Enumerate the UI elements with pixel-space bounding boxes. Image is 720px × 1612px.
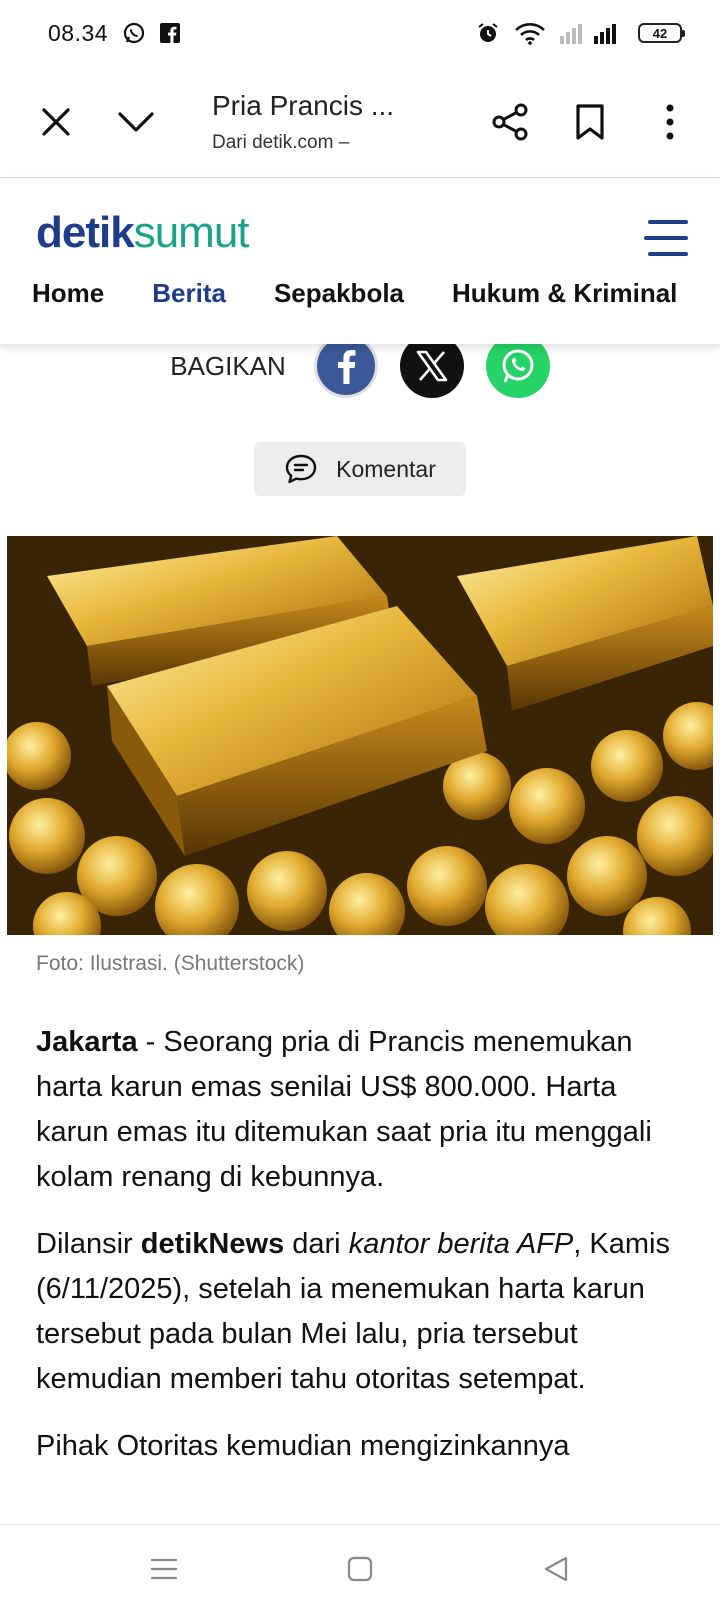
whatsapp-icon (122, 21, 146, 45)
close-tab-button[interactable] (16, 82, 96, 162)
more-options-button[interactable] (630, 82, 710, 162)
menu-line (648, 220, 688, 224)
share-icon (492, 103, 528, 140)
category-nav: Home Berita Sepakbola Hukum & Kriminal (32, 278, 677, 309)
article-paragraph: Pihak Otoritas kemudian mengizinkannya (36, 1424, 686, 1469)
comment-icon (285, 454, 317, 484)
tab-url: Dari detik.com – (212, 131, 350, 153)
nav-item-sepakbola[interactable]: Sepakbola (274, 278, 404, 309)
logo-brand: detik (36, 208, 135, 257)
home-button[interactable] (330, 1539, 390, 1599)
system-navigation-bar (0, 1524, 720, 1612)
facebook-icon (337, 350, 356, 384)
minimize-tab-button[interactable] (96, 82, 176, 162)
bookmark-button[interactable] (550, 82, 630, 162)
wifi-icon (514, 21, 546, 45)
agency-name: kantor berita AFP (348, 1228, 574, 1260)
nav-item-berita[interactable]: Berita (152, 278, 226, 309)
article-paragraph: Dilansir detikNews dari kantor berita AF… (36, 1222, 686, 1402)
back-button[interactable] (526, 1539, 586, 1599)
x-logo-icon (416, 350, 448, 382)
comment-button[interactable]: Komentar (254, 442, 466, 496)
tab-title: Pria Prancis ... (212, 89, 395, 121)
share-page-button[interactable] (470, 82, 550, 162)
more-vert-icon (666, 104, 674, 139)
status-bar: 08.34 42 (0, 0, 720, 66)
signal-icon (560, 22, 624, 44)
recent-apps-button[interactable] (134, 1539, 194, 1599)
source-link[interactable]: detikNews (141, 1228, 284, 1260)
dateline: Jakarta (36, 1026, 138, 1058)
home-square-icon (347, 1556, 373, 1581)
article-image (7, 536, 713, 935)
back-triangle-icon (544, 1556, 568, 1581)
status-time: 08.34 (48, 19, 109, 46)
comment-label: Komentar (336, 455, 436, 482)
battery-indicator: 42 (638, 23, 685, 43)
close-icon (42, 107, 70, 136)
custom-tab-toolbar: Pria Prancis ... Dari detik.com – (0, 66, 720, 178)
paragraph-text: Pihak Otoritas kemudian mengizinkannya (36, 1430, 570, 1462)
alarm-icon (476, 21, 500, 45)
menu-line (644, 236, 688, 240)
logo-region: sumut (133, 208, 250, 257)
article-body: Jakarta - Seorang pria di Prancis menemu… (36, 1020, 686, 1491)
article-paragraph: Jakarta - Seorang pria di Prancis menemu… (36, 1020, 686, 1200)
image-caption: Foto: Ilustrasi. (Shutterstock) (36, 952, 305, 975)
menu-icon (150, 1558, 178, 1579)
menu-line (648, 252, 688, 256)
chevron-down-icon (118, 111, 154, 132)
site-header: detiksumut Home Berita Sepakbola Hukum &… (0, 178, 720, 344)
whatsapp-icon (502, 349, 534, 383)
paragraph-text: dari (284, 1228, 349, 1260)
paragraph-text: Dilansir (36, 1228, 141, 1260)
hamburger-menu-button[interactable] (644, 220, 688, 256)
tab-title-block[interactable]: Pria Prancis ... Dari detik.com – (176, 90, 470, 154)
site-logo[interactable]: detiksumut (36, 208, 250, 258)
nav-item-home[interactable]: Home (32, 278, 104, 309)
share-label: BAGIKAN (170, 350, 286, 381)
bookmark-icon (576, 103, 604, 140)
nav-item-hukum-kriminal[interactable]: Hukum & Kriminal (452, 278, 677, 309)
facebook-icon (160, 23, 181, 43)
